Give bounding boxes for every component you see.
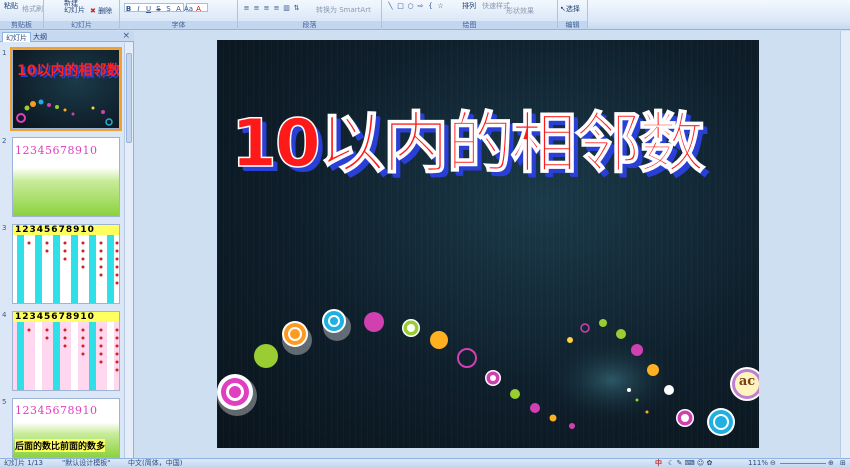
- line-shape-icon: ╲: [388, 2, 393, 10]
- main-scrollbar[interactable]: [840, 31, 850, 458]
- font-group: B I U S S A Aa A 字体: [120, 0, 238, 30]
- arrow-shape-icon: ⇨: [417, 2, 424, 10]
- drawing-group-label: 绘图: [382, 21, 557, 29]
- ribbon: 粘贴 格式刷 剪贴板 新建 幻灯片 ✖ 删除 幻灯片 B I U S S A Aa A 字体 …: [0, 0, 850, 30]
- shape-effects-button[interactable]: 形状效果: [506, 6, 534, 16]
- paragraph-group: ≡ ≡ ≡ ≡ ▥ ⇅ 转换为 SmartArt 段落: [238, 0, 382, 30]
- pane-tabs: 幻灯片 大纲 ×: [0, 31, 134, 42]
- zoom-slider[interactable]: [780, 463, 826, 464]
- delete-slide-button[interactable]: ✖ 删除: [90, 6, 112, 16]
- thumb-number: 5: [2, 398, 7, 406]
- paragraph-group-label: 段落: [238, 21, 381, 29]
- slide-canvas[interactable]: 10以内的相邻数 ac: [217, 40, 759, 448]
- status-bar: 幻灯片 1/13 "默认设计模板" 中文(简体，中国) 中 ☾ ✎ ⌨ ☺ ✿ …: [0, 458, 850, 467]
- format-painter-button[interactable]: 格式刷: [22, 4, 43, 14]
- paste-button[interactable]: 粘贴: [4, 1, 18, 11]
- thumb-digits: 12345678910: [15, 144, 98, 157]
- shapes-gallery[interactable]: ╲ □ ○ ⇨ { ☆: [386, 2, 446, 10]
- slides-group-label: 幻灯片: [44, 21, 119, 29]
- brace-shape-icon: {: [428, 2, 433, 10]
- star-shape-icon: ☆: [437, 2, 444, 10]
- text-direction-icon[interactable]: ⇅: [292, 4, 301, 12]
- thumb-number: 2: [2, 137, 7, 145]
- editing-group-label: 编辑: [558, 21, 587, 29]
- select-label: 选择: [565, 5, 580, 13]
- delete-label: 删除: [98, 7, 113, 15]
- slides-group: 新建 幻灯片 ✖ 删除 幻灯片: [44, 0, 120, 30]
- slide-thumb-5[interactable]: 12345678910 后面的数比前面的数多: [12, 398, 120, 458]
- ime-indicator[interactable]: 中: [655, 459, 662, 467]
- pane-scrollbar[interactable]: [124, 43, 133, 458]
- font-color-icon[interactable]: A: [194, 5, 203, 13]
- oval-shape-icon: ○: [407, 2, 414, 10]
- ime-toolbar-icons[interactable]: ☾ ✎ ⌨ ☺ ✿: [668, 459, 712, 467]
- shadow-icon[interactable]: S: [164, 5, 173, 13]
- thumb-number: 4: [2, 311, 7, 319]
- thumb-dots: [16, 99, 113, 126]
- thumb-caption: 后面的数比前面的数多: [15, 439, 106, 452]
- theme-name[interactable]: "默认设计模板": [62, 459, 110, 467]
- thumb-number: 3: [2, 224, 7, 232]
- zoom-level[interactable]: 111%: [748, 459, 768, 467]
- slide-thumb-4[interactable]: 12345678910: [12, 311, 120, 391]
- editing-group: ↖选择 编辑: [558, 0, 588, 30]
- arrange-button[interactable]: 排列: [462, 1, 476, 11]
- tab-slides[interactable]: 幻灯片: [2, 32, 31, 42]
- underline-icon[interactable]: U: [144, 5, 153, 13]
- thumb-columns: [13, 312, 119, 390]
- decorative-circles: [217, 309, 759, 436]
- strikethrough-icon[interactable]: S: [154, 5, 163, 13]
- pane-scroll-thumb[interactable]: [126, 53, 132, 143]
- clipboard-group-label: 剪贴板: [0, 21, 43, 29]
- fit-window-icon[interactable]: ⊞: [840, 459, 846, 467]
- logo-badge: ac: [738, 374, 756, 389]
- tab-outline[interactable]: 大纲: [30, 32, 50, 42]
- close-icon[interactable]: ×: [122, 31, 130, 42]
- drawing-group: ╲ □ ○ ⇨{☆ 排列 快速样式 形状效果 绘图: [382, 0, 558, 30]
- zoom-in-icon[interactable]: ⊕: [828, 459, 834, 467]
- font-group-label: 字体: [120, 21, 237, 29]
- language-indicator[interactable]: 中文(简体，中国): [128, 459, 182, 467]
- rectangle-shape-icon: □: [397, 2, 404, 10]
- justify-icon[interactable]: ≡: [272, 4, 281, 12]
- thumb-digits: 12345678910: [15, 225, 95, 235]
- slide-thumb-2[interactable]: 12345678910: [12, 137, 120, 217]
- slide-position: 幻灯片 1/13: [4, 459, 43, 467]
- change-case-icon[interactable]: Aa: [184, 5, 193, 13]
- thumb-number: 1: [2, 49, 7, 57]
- thumb-digits: 12345678910: [15, 312, 95, 322]
- align-center-icon[interactable]: ≡: [252, 4, 261, 12]
- thumb-digits: 12345678910: [15, 404, 98, 417]
- clipboard-group: 粘贴 格式刷 剪贴板: [0, 0, 44, 30]
- italic-icon[interactable]: I: [134, 5, 143, 13]
- slide-editor: 10以内的相邻数 ac: [135, 31, 840, 458]
- new-slide-button[interactable]: 新建 幻灯片: [64, 0, 85, 14]
- align-left-icon[interactable]: ≡: [242, 4, 251, 12]
- align-right-icon[interactable]: ≡: [262, 4, 271, 12]
- zoom-out-icon[interactable]: ⊖: [770, 459, 776, 467]
- bold-icon[interactable]: B: [124, 5, 133, 13]
- select-button[interactable]: ↖选择: [560, 4, 580, 14]
- delete-icon: ✖: [90, 7, 96, 15]
- slide-thumb-3[interactable]: 12345678910: [12, 224, 120, 304]
- thumb-columns: [13, 225, 119, 303]
- convert-smartart-button[interactable]: 转换为 SmartArt: [316, 5, 371, 15]
- char-spacing-icon[interactable]: A: [174, 5, 183, 13]
- slide-thumbnail-pane: 幻灯片 大纲 × 1 10以内的相邻数 2 12345678910 3 1234…: [0, 31, 134, 458]
- slide-thumb-1[interactable]: 10以内的相邻数: [10, 47, 122, 131]
- columns-icon[interactable]: ▥: [282, 4, 291, 12]
